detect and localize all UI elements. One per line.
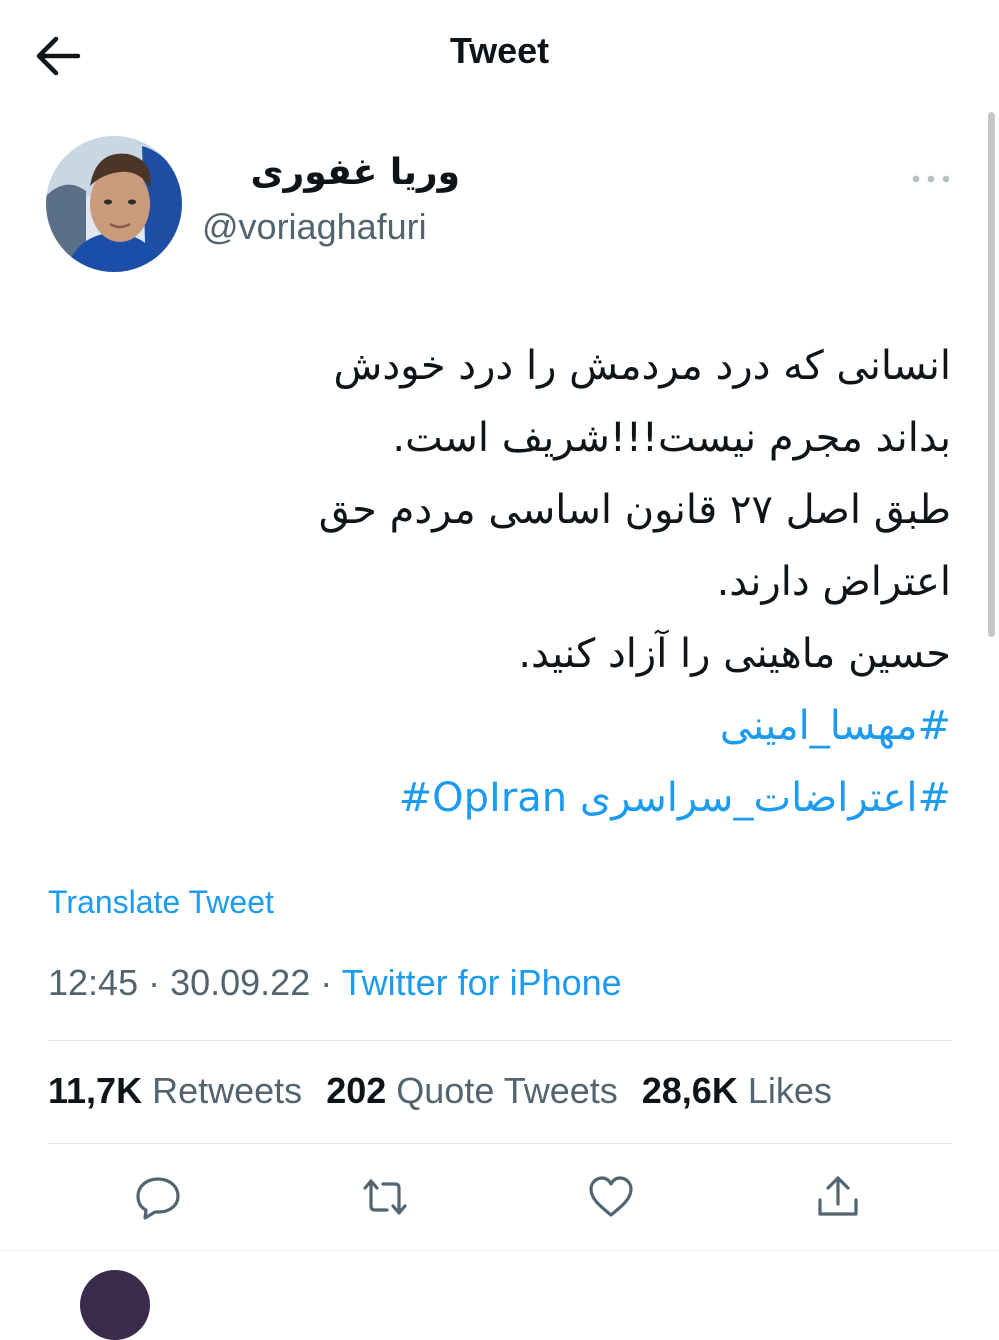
translate-tweet-link[interactable]: Translate Tweet (48, 884, 274, 921)
tweet-text: انسانی که درد مردمش را درد خودش بداند مج… (140, 330, 951, 834)
more-dots-icon (912, 175, 950, 183)
retweet-icon (363, 1179, 407, 1215)
scrollbar[interactable] (988, 112, 995, 637)
likes-count: 28,6K (641, 1070, 738, 1111)
retweet-button[interactable] (359, 1172, 409, 1222)
divider (48, 1143, 952, 1144)
quotes-count: 202 (326, 1070, 387, 1111)
retweets-label: Retweets (152, 1070, 303, 1111)
hashtag-link[interactable]: #OpIran (399, 775, 568, 821)
tweet-date[interactable]: 30.09.22 (170, 962, 310, 1003)
like-button[interactable] (586, 1172, 636, 1222)
retweets-count: 11,7K (48, 1070, 143, 1111)
share-button[interactable] (813, 1172, 863, 1222)
display-name[interactable]: وریا غفوری (200, 152, 460, 193)
meta-separator: · (310, 962, 342, 1003)
avatar-image (46, 136, 182, 272)
tweet-meta: 12:45 · 30.09.22 · Twitter for iPhone (48, 962, 622, 1004)
top-bar: Tweet (0, 0, 999, 110)
tweet-line: بداند مجرم نیست!!!شریف است. (392, 415, 951, 461)
hashtag-line: #مهسا_امینی (140, 690, 951, 762)
tweet-line: اعتراض دارند. (716, 559, 951, 605)
reply-icon (136, 1177, 180, 1220)
meta-separator: · (138, 962, 171, 1003)
tweet-time[interactable]: 12:45 (48, 962, 138, 1003)
divider (0, 1250, 999, 1251)
quote-tweets-stat[interactable]: 202 Quote Tweets (326, 1070, 618, 1111)
hashtag-line: #اعتراضات_سراسری #OpIran (140, 762, 951, 834)
quotes-label: Quote Tweets (396, 1070, 618, 1111)
more-options-button[interactable] (908, 164, 954, 194)
hashtag-link[interactable]: #مهسا_امینی (720, 703, 951, 749)
heart-icon (589, 1176, 633, 1217)
next-reply-avatar[interactable] (80, 1270, 150, 1340)
engagement-stats: 11,7K Retweets 202 Quote Tweets 28,6K Li… (48, 1070, 846, 1112)
tweet-line: طبق اصل ۲۷ قانون اساسی مردم حق (318, 487, 951, 533)
tweet-line: حسین ماهینی را آزاد کنید. (518, 631, 951, 677)
share-icon (818, 1176, 858, 1216)
tweet-line: انسانی که درد مردمش را درد خودش (333, 343, 951, 389)
reply-button[interactable] (133, 1172, 183, 1222)
likes-label: Likes (747, 1070, 832, 1111)
user-handle[interactable]: @voriaghafuri (202, 206, 427, 248)
divider (48, 1040, 952, 1041)
tweet-source-link[interactable]: Twitter for iPhone (342, 962, 622, 1003)
retweets-stat[interactable]: 11,7K Retweets (48, 1070, 302, 1111)
avatar[interactable] (46, 136, 182, 272)
hashtag-link[interactable]: #اعتراضات_سراسری (580, 775, 951, 821)
page-title: Tweet (449, 30, 550, 71)
likes-stat[interactable]: 28,6K Likes (642, 1070, 832, 1111)
